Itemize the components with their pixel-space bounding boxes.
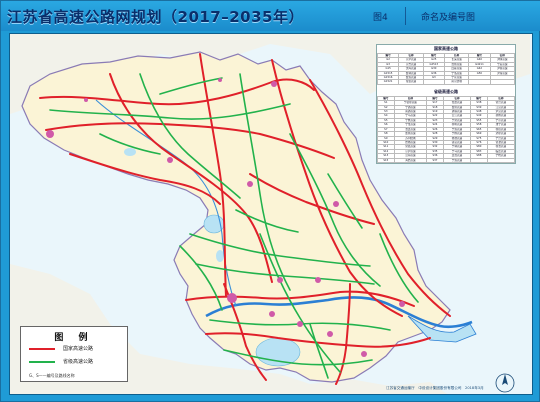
city-marker-xuzhou <box>46 130 54 138</box>
lake-taihu <box>255 337 301 367</box>
provincial-table-cell <box>486 157 516 163</box>
map-title: 江苏省高速公路网规划（2017–2035年） <box>7 8 304 26</box>
national-table-cell: G1521 <box>376 79 400 85</box>
national-table-cell: 常嘉高速 <box>398 79 424 85</box>
route-table-panel: 国家高速公路 编号 名称 编号 名称 编号 名称 G2 京沪高速 G25 长深高速 G40 沪陕高速 G… <box>376 44 516 164</box>
city-marker-huaian <box>247 181 253 187</box>
legend-item-national: 国家高速公路 <box>29 345 93 353</box>
city-marker-suqian <box>167 157 173 163</box>
legend-panel: 图 例 国家高速公路 省级高速公路 G、S——编号及路线名称 <box>20 326 128 382</box>
legend-swatch-provincial <box>29 360 55 363</box>
city-marker-yancheng <box>333 201 339 207</box>
provincial-table-cell: 宁洛高速 <box>442 157 472 163</box>
publisher-footer: 江苏省交通运输厅 中设设计集团股份有限公司 2018年3月 <box>386 386 484 390</box>
provincial-table-cell: S37 <box>426 157 444 163</box>
legend-note: G、S——编号及路线名称 <box>29 373 75 378</box>
national-table-cell <box>489 79 516 85</box>
city-marker-taizhou <box>315 277 321 283</box>
title-separator <box>405 7 406 25</box>
city-marker-pizhou <box>84 98 88 102</box>
provincial-table-cell: 海启高速 <box>393 157 428 163</box>
city-marker-wuxi <box>327 331 333 337</box>
city-marker-changzhou <box>297 321 303 327</box>
figure-title: 命名及编号图 <box>421 13 476 23</box>
legend-label-provincial: 省级高速公路 <box>63 359 94 365</box>
national-route-table: 编号 名称 编号 名称 编号 名称 G2 京沪高速 G25 长深高速 G40 沪陕高速 G3 京台高速 G2… <box>376 52 516 85</box>
city-marker-nantong <box>399 301 405 307</box>
north-arrow-icon <box>495 373 515 393</box>
provincial-route-table: 编号 名称 编号 名称 编号 名称 S1 宁宿徐高速 S17 淮盐高速 S38 常合高速 S2 宁通高速 S… <box>377 95 516 163</box>
figure-number: 图4 <box>373 13 388 23</box>
city-marker-suzhou <box>361 351 367 357</box>
national-table-cell <box>422 79 445 85</box>
title-bar: 江苏省高速公路网规划（2017–2035年） 图4 命名及编号图 <box>1 1 540 31</box>
city-marker-nanjing <box>227 293 237 303</box>
national-table-row: G1521 常嘉高速 南京绕城 <box>376 79 516 85</box>
legend-swatch-national <box>29 347 55 350</box>
provincial-table-cell <box>470 157 488 163</box>
provincial-table-caption: 省级高速公路 <box>434 88 458 94</box>
legend-item-provincial: 省级高速公路 <box>29 358 93 366</box>
city-marker-lianyungang <box>271 81 277 87</box>
national-table-caption: 国家高速公路 <box>434 46 458 51</box>
city-marker-yangzhou <box>277 277 283 283</box>
provincial-table-cell: S15 <box>377 157 395 163</box>
map-canvas[interactable]: 国家高速公路 编号 名称 编号 名称 编号 名称 G2 京沪高速 G25 长深高速 G40 沪陕高速 G… <box>9 33 533 395</box>
city-marker-zhenjiang <box>269 311 275 317</box>
city-marker-ganyu <box>218 78 222 82</box>
provincial-table-row: S15 海启高速 S37 宁洛高速 <box>377 157 516 163</box>
legend-label-national: 国家高速公路 <box>63 346 94 352</box>
national-table-cell <box>468 79 491 85</box>
national-table-cell: 南京绕城 <box>443 79 470 85</box>
lake-luoma <box>124 148 136 156</box>
legend-title: 图 例 <box>54 333 94 343</box>
lake-gaoyou <box>216 250 224 262</box>
map-frame: 江苏省高速公路网规划（2017–2035年） 图4 命名及编号图 国家高速公路 … <box>0 0 540 402</box>
